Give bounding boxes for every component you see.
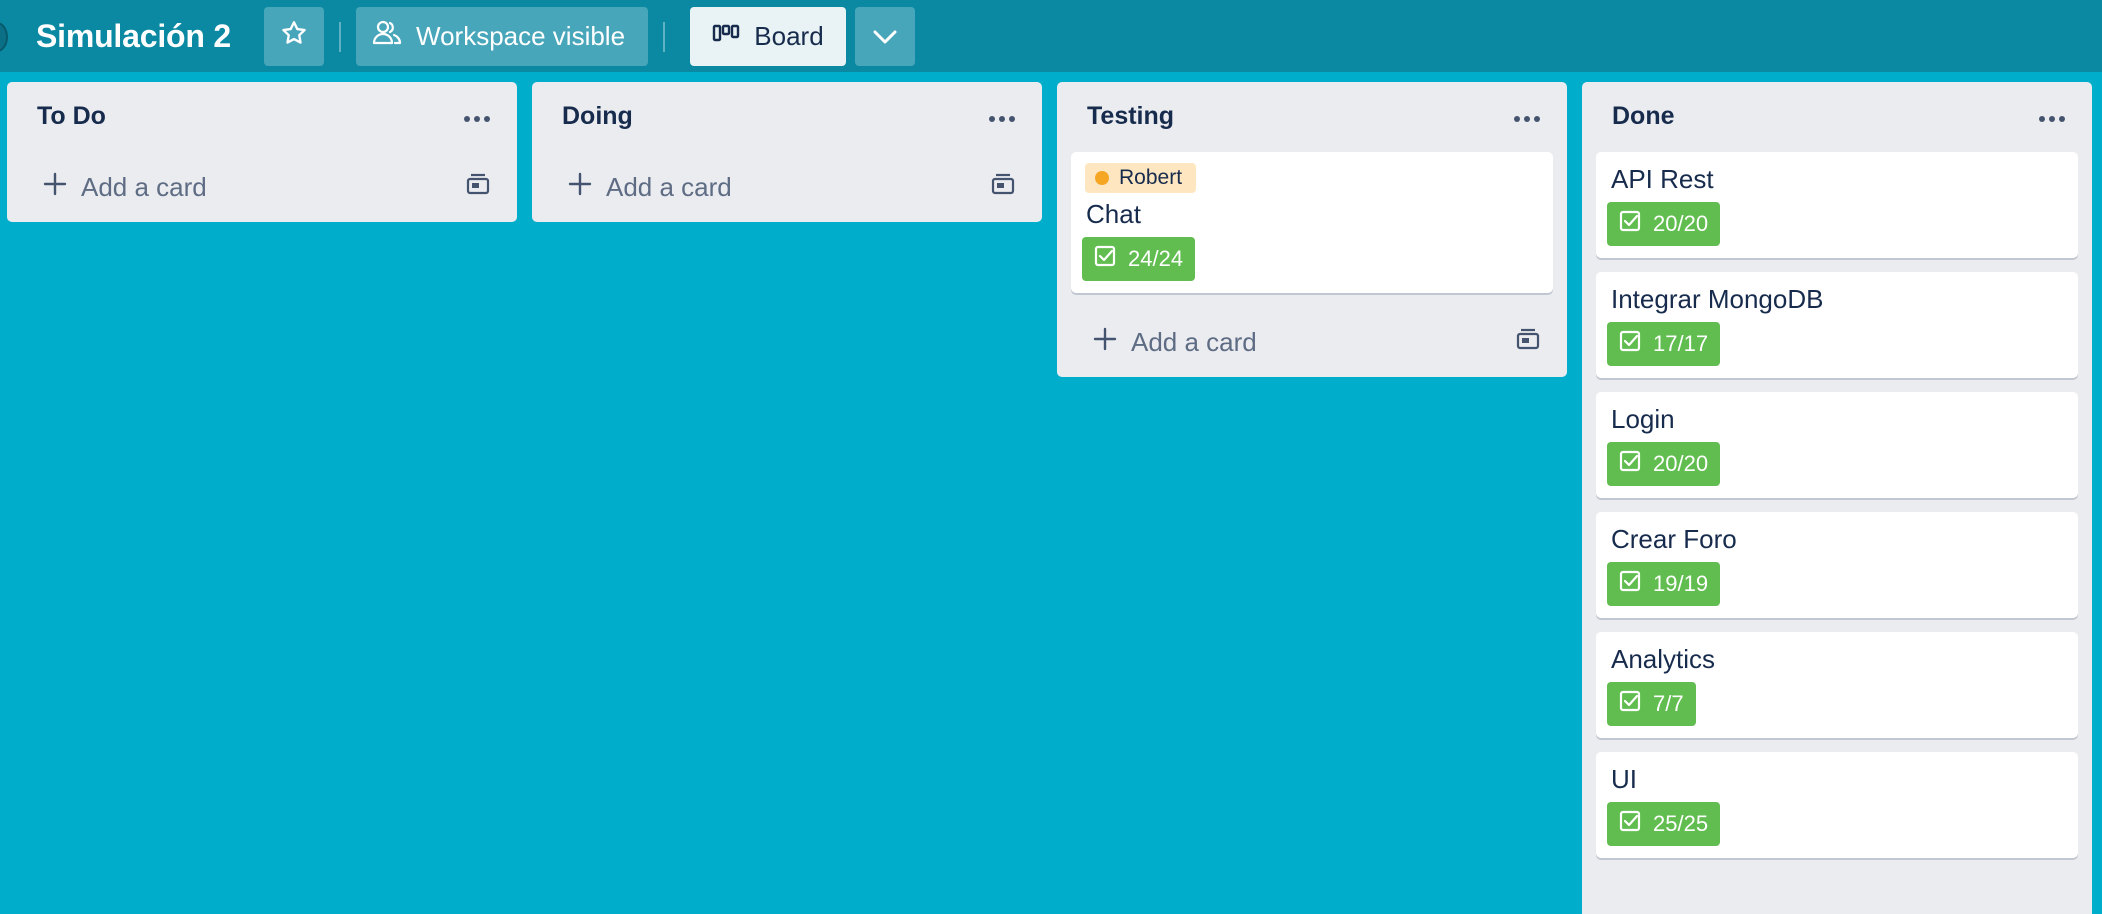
- plus-icon: [43, 172, 67, 203]
- card-list: API Rest 20/20 Integrar MongoDB 17/17 Lo…: [1582, 152, 2092, 858]
- list-menu-button[interactable]: [459, 104, 495, 134]
- checklist-count: 25/25: [1653, 811, 1709, 836]
- list-done: Done API Rest 20/20 Integrar MongoDB 17/…: [1582, 82, 2092, 914]
- checklist-count: 24/24: [1128, 246, 1184, 271]
- card-label-text: Robert: [1119, 166, 1183, 189]
- list-title[interactable]: Done: [1612, 102, 1675, 131]
- card-label[interactable]: Robert: [1085, 163, 1197, 193]
- card-title: Login: [1611, 404, 1675, 434]
- add-card-label: Add a card: [606, 171, 732, 202]
- add-card-button[interactable]: Add a card: [1071, 315, 1431, 369]
- board-header: Simulación 2 Workspace visible Board: [0, 0, 2102, 72]
- add-card-label: Add a card: [81, 171, 207, 202]
- add-card-button[interactable]: Add a card: [21, 160, 381, 214]
- card-api-rest[interactable]: API Rest 20/20: [1596, 152, 2078, 258]
- template-icon: [465, 173, 491, 202]
- list-testing: Testing Robert Chat 24/24 Add a card: [1057, 82, 1567, 377]
- checkbox-icon: [1619, 330, 1641, 358]
- card-list: Robert Chat 24/24: [1057, 152, 1567, 293]
- header-divider: [663, 22, 665, 52]
- card-analytics[interactable]: Analytics 7/7: [1596, 632, 2078, 738]
- list-menu-button[interactable]: [1509, 104, 1545, 134]
- plus-icon: [568, 172, 592, 203]
- view-switcher-button[interactable]: [855, 7, 915, 66]
- checklist-badge: 17/17: [1607, 322, 1721, 366]
- card-crear-foro[interactable]: Crear Foro 19/19: [1596, 512, 2078, 618]
- card-title: Chat: [1086, 199, 1141, 229]
- template-icon: [1515, 328, 1541, 357]
- card-integrar-mongodb[interactable]: Integrar MongoDB 17/17: [1596, 272, 2078, 378]
- card-title: Crear Foro: [1611, 524, 1737, 554]
- checklist-count: 17/17: [1653, 331, 1709, 356]
- card-title: Analytics: [1611, 644, 1716, 674]
- card-title: API Rest: [1611, 164, 1714, 194]
- more-icon: [988, 110, 1016, 128]
- checklist-badge: 20/20: [1607, 202, 1721, 246]
- checkbox-icon: [1094, 245, 1116, 273]
- checklist-badge: 25/25: [1607, 802, 1721, 846]
- add-card-button[interactable]: Add a card: [546, 160, 906, 214]
- template-icon: [990, 173, 1016, 202]
- checklist-count: 20/20: [1653, 451, 1709, 476]
- board-title[interactable]: Simulación 2: [36, 14, 231, 58]
- checkbox-icon: [1619, 690, 1641, 718]
- star-board-button[interactable]: [264, 7, 324, 66]
- label-dot: [1095, 171, 1109, 185]
- board-icon: [712, 21, 740, 52]
- more-icon: [463, 110, 491, 128]
- card-title: UI: [1611, 764, 1637, 794]
- list-title[interactable]: To Do: [37, 102, 106, 131]
- more-icon: [1513, 110, 1541, 128]
- workspace-visible-icon: [372, 19, 402, 54]
- create-from-template-button[interactable]: [1507, 321, 1549, 363]
- header-divider: [339, 22, 341, 52]
- checklist-count: 7/7: [1653, 691, 1684, 716]
- card-login[interactable]: Login 20/20: [1596, 392, 2078, 498]
- checkbox-icon: [1619, 570, 1641, 598]
- list-to-do: To Do Add a card: [7, 82, 517, 222]
- checklist-badge: 24/24: [1082, 237, 1196, 281]
- more-icon: [2038, 110, 2066, 128]
- visibility-label: Workspace visible: [416, 21, 626, 51]
- sidebar-toggle[interactable]: [0, 22, 8, 52]
- checklist-badge: 19/19: [1607, 562, 1721, 606]
- checklist-count: 20/20: [1653, 211, 1709, 236]
- list-title[interactable]: Testing: [1087, 102, 1174, 131]
- chevron-down-icon: [872, 21, 898, 52]
- list-title[interactable]: Doing: [562, 102, 633, 131]
- checkbox-icon: [1619, 450, 1641, 478]
- checklist-count: 19/19: [1653, 571, 1709, 596]
- card-title: Integrar MongoDB: [1611, 284, 1824, 314]
- create-from-template-button[interactable]: [982, 166, 1024, 208]
- checkbox-icon: [1619, 210, 1641, 238]
- board-view-button[interactable]: Board: [690, 7, 846, 66]
- board-view-label: Board: [754, 21, 824, 51]
- checklist-badge: 7/7: [1607, 682, 1696, 726]
- list-menu-button[interactable]: [2034, 104, 2070, 134]
- create-from-template-button[interactable]: [457, 166, 499, 208]
- list-menu-button[interactable]: [984, 104, 1020, 134]
- checklist-badge: 20/20: [1607, 442, 1721, 486]
- card-chat[interactable]: Robert Chat 24/24: [1071, 152, 1553, 293]
- add-card-label: Add a card: [1131, 326, 1257, 357]
- list-doing: Doing Add a card: [532, 82, 1042, 222]
- card-ui[interactable]: UI 25/25: [1596, 752, 2078, 858]
- visibility-button[interactable]: Workspace visible: [356, 7, 648, 66]
- checkbox-icon: [1619, 810, 1641, 838]
- plus-icon: [1093, 327, 1117, 358]
- star-icon: [280, 19, 308, 54]
